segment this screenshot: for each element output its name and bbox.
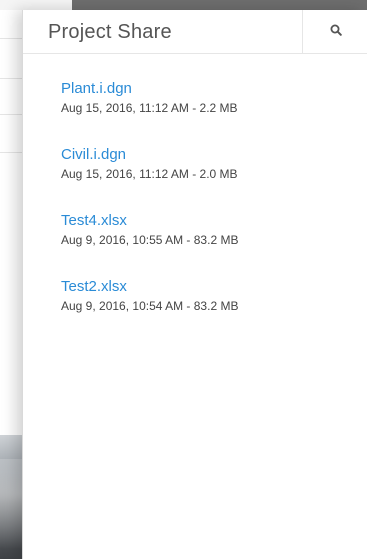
panel-header: Project Share — [23, 10, 367, 54]
search-icon — [330, 23, 342, 41]
file-meta: Aug 9, 2016, 10:54 AM - 83.2 MB — [61, 299, 239, 313]
file-link[interactable]: Civil.i.dgn — [61, 146, 126, 164]
file-link[interactable]: Plant.i.dgn — [61, 80, 132, 98]
file-meta: Aug 15, 2016, 11:12 AM - 2.0 MB — [61, 167, 238, 181]
project-share-panel: Project Share Plant.i.dgn Aug 15, 2016, … — [22, 10, 367, 559]
list-item: Plant.i.dgn Aug 15, 2016, 11:12 AM - 2.2… — [61, 80, 351, 146]
file-meta: Aug 15, 2016, 11:12 AM - 2.2 MB — [61, 101, 238, 115]
panel-title: Project Share — [48, 21, 172, 43]
file-link[interactable]: Test4.xlsx — [61, 212, 127, 230]
file-list: Plant.i.dgn Aug 15, 2016, 11:12 AM - 2.2… — [61, 80, 351, 344]
search-button[interactable] — [302, 10, 367, 54]
list-item: Test4.xlsx Aug 9, 2016, 10:55 AM - 83.2 … — [61, 212, 351, 278]
list-item: Test2.xlsx Aug 9, 2016, 10:54 AM - 83.2 … — [61, 278, 351, 344]
list-item: Civil.i.dgn Aug 15, 2016, 11:12 AM - 2.0… — [61, 146, 351, 212]
file-link[interactable]: Test2.xlsx — [61, 278, 127, 296]
file-meta: Aug 9, 2016, 10:55 AM - 83.2 MB — [61, 233, 239, 247]
background-toolbar — [0, 0, 367, 10]
